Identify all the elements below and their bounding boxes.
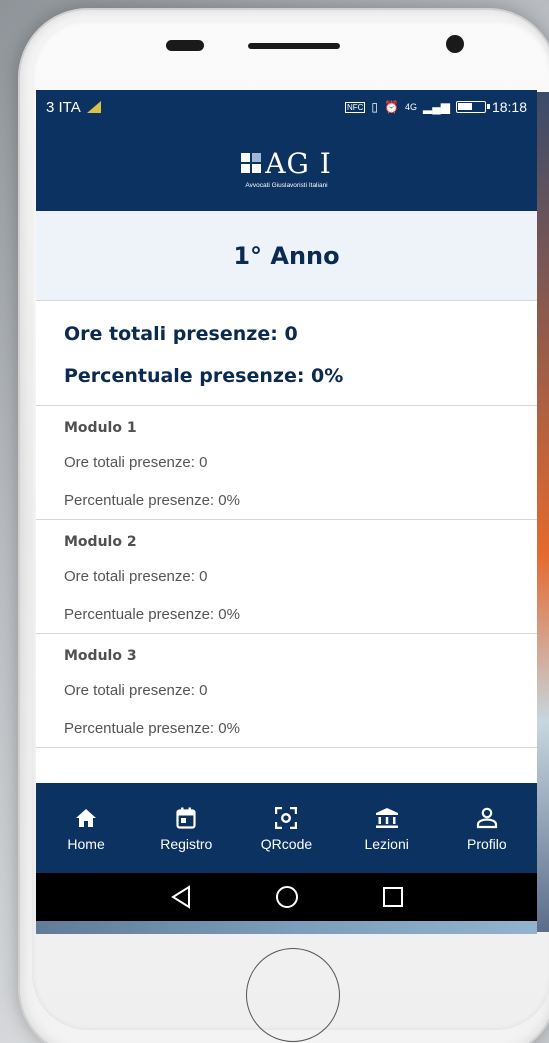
signal-tower-icon xyxy=(86,101,101,113)
signal-icon: ▂▄▆ xyxy=(422,100,450,114)
module-percentage: Percentuale presenze: 0% xyxy=(64,606,240,623)
module-hours: Ore totali presenze: 0 xyxy=(64,682,208,699)
attendance-totals: Ore totali presenze: 0 Percentuale prese… xyxy=(36,301,537,406)
calendar-icon xyxy=(176,804,196,832)
home-icon xyxy=(75,804,97,832)
clock: 18:18 xyxy=(491,99,527,115)
home-hardware-button[interactable] xyxy=(246,948,340,1042)
nav-home-label: Home xyxy=(67,836,105,852)
proximity-sensor xyxy=(166,40,204,51)
module-percentage: Percentuale presenze: 0% xyxy=(64,492,240,509)
nfc-icon: NFC xyxy=(344,101,366,113)
nav-lezioni-label: Lezioni xyxy=(364,836,409,852)
alarm-icon: ⏰ xyxy=(384,100,399,114)
module-card[interactable]: Modulo 3 Ore totali presenze: 0 Percentu… xyxy=(36,634,537,748)
agi-logo: AG I xyxy=(241,147,332,180)
nav-profilo-label: Profilo xyxy=(467,836,507,852)
bank-icon xyxy=(375,804,399,832)
nav-registro[interactable]: Registro xyxy=(141,804,231,852)
module-hours: Ore totali presenze: 0 xyxy=(64,454,208,471)
nav-registro-label: Registro xyxy=(160,836,213,852)
module-title: Modulo 2 xyxy=(64,534,137,550)
app-header: AG I Avvocati Giuslavoristi Italiani xyxy=(36,124,537,211)
module-percentage: Percentuale presenze: 0% xyxy=(64,720,240,737)
nav-profilo[interactable]: Profilo xyxy=(442,804,532,852)
bottom-navigation: Home Registro QRcode Lezioni Profilo xyxy=(36,783,537,873)
nav-qrcode-label: QRcode xyxy=(260,836,313,852)
module-title: Modulo 1 xyxy=(64,420,137,436)
year-header: 1° Anno xyxy=(36,211,537,301)
wallpaper-edge xyxy=(537,92,549,932)
module-card[interactable]: Modulo 2 Ore totali presenze: 0 Percentu… xyxy=(36,520,537,634)
front-camera xyxy=(446,35,464,53)
carrier-label: 3 ITA xyxy=(46,98,81,116)
home-circle-icon[interactable] xyxy=(273,883,301,911)
total-hours: Ore totali presenze: 0 xyxy=(64,323,298,345)
recent-apps-icon[interactable] xyxy=(379,883,407,911)
user-icon xyxy=(476,804,498,832)
logo-mark-icon xyxy=(241,153,262,173)
qrcode-scan-icon xyxy=(275,804,298,832)
logo-text: AG I xyxy=(265,146,332,180)
module-hours: Ore totali presenze: 0 xyxy=(64,568,208,585)
module-title: Modulo 3 xyxy=(64,648,137,664)
nav-home[interactable]: Home xyxy=(41,804,131,852)
network-type: 4G xyxy=(404,102,417,112)
android-navigation-bar xyxy=(36,873,537,921)
status-bar: 3 ITA NFC ▯ ⏰ 4G ▂▄▆ 18:18 xyxy=(36,90,537,124)
app-screen: 3 ITA NFC ▯ ⏰ 4G ▂▄▆ 18:18 AG I Avvocati… xyxy=(36,90,537,921)
wallpaper-edge-bottom xyxy=(36,920,537,934)
nav-lezioni[interactable]: Lezioni xyxy=(342,804,432,852)
back-icon[interactable] xyxy=(167,883,195,911)
logo-subtitle: Avvocati Giuslavoristi Italiani xyxy=(245,181,328,189)
earpiece-speaker xyxy=(248,43,340,49)
module-card[interactable]: Modulo 1 Ore totali presenze: 0 Percentu… xyxy=(36,406,537,520)
total-percentage: Percentuale presenze: 0% xyxy=(64,365,344,387)
year-title: 1° Anno xyxy=(233,241,340,270)
vibrate-icon: ▯ xyxy=(371,100,379,114)
battery-icon xyxy=(455,101,490,113)
nav-qrcode[interactable]: QRcode xyxy=(241,804,331,852)
